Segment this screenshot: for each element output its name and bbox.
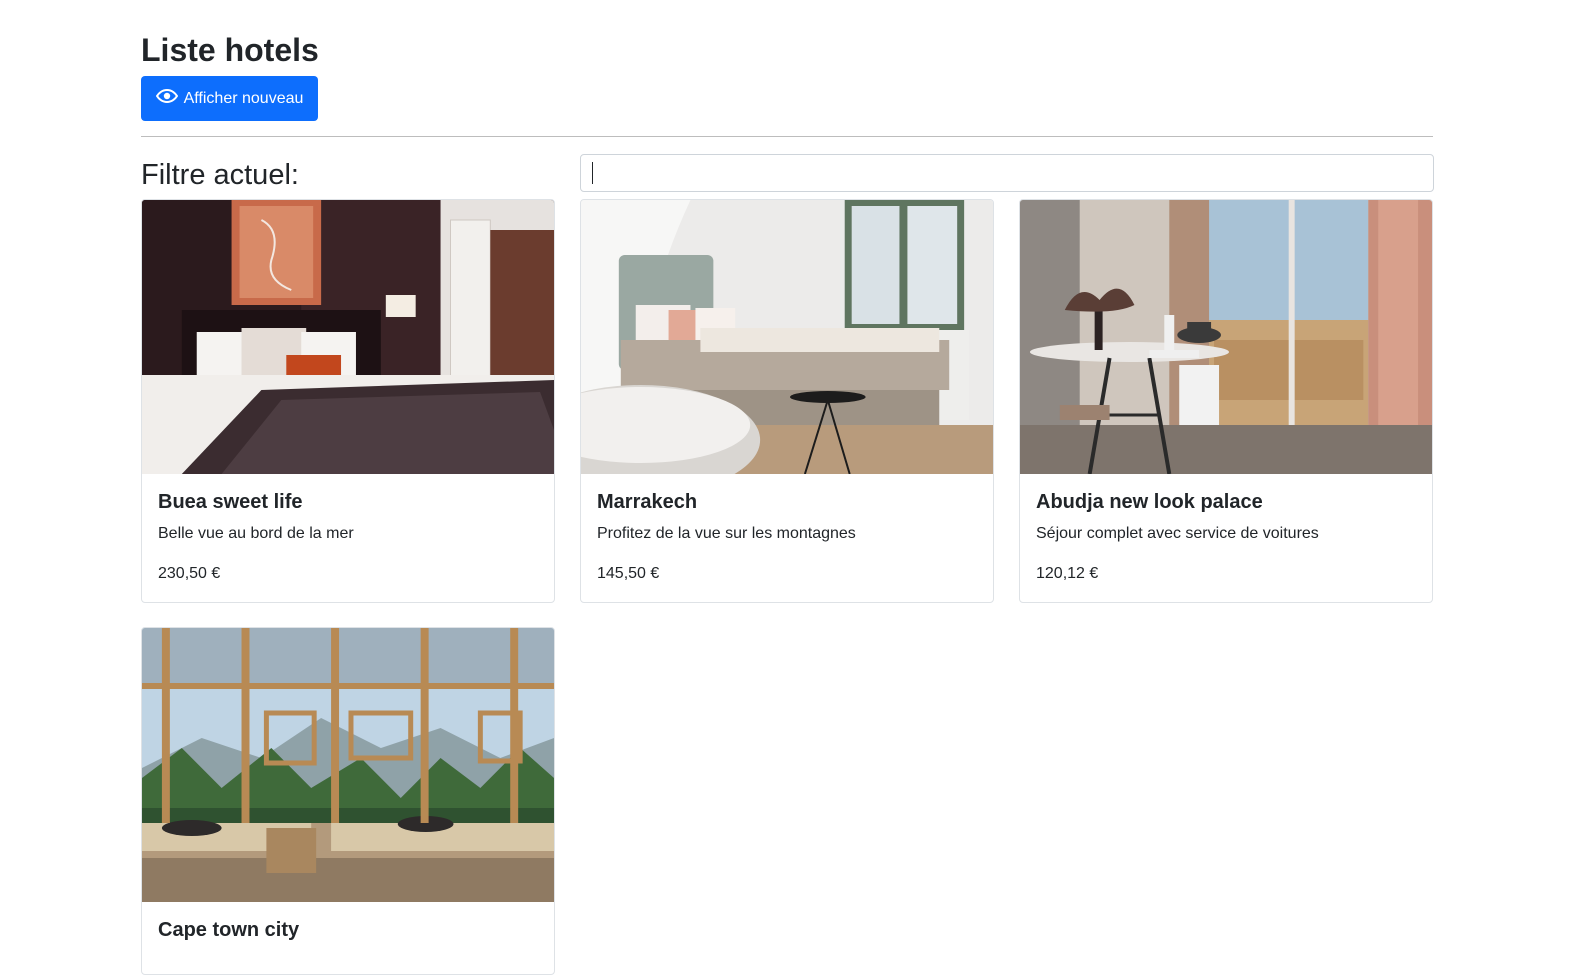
hotel-description: Profitez de la vue sur les montagnes <box>597 525 856 542</box>
hotel-name: Abudja new look palace <box>1036 491 1263 513</box>
hotel-card[interactable]: Marrakech Profitez de la vue sur les mon… <box>580 199 994 603</box>
hotel-description: Belle vue au bord de la mer <box>158 525 354 542</box>
hotel-image-bedroom <box>142 200 554 474</box>
hotel-image-glass-room <box>142 628 554 902</box>
filter-label: Filtre actuel: <box>141 159 299 191</box>
filter-input[interactable] <box>580 154 1434 192</box>
hotel-name: Cape town city <box>158 919 300 941</box>
hotel-price: 120,12 € <box>1036 565 1099 582</box>
hotel-price: 230,50 € <box>158 565 221 582</box>
page-title: Liste hotels <box>141 32 319 68</box>
hotel-image-bedroom-bath <box>581 200 993 474</box>
divider <box>141 136 1433 137</box>
hotel-image-dining-terrace <box>1020 200 1432 474</box>
show-new-button[interactable]: Afficher nouveau <box>141 76 318 121</box>
hotel-card[interactable]: Abudja new look palace Séjour complet av… <box>1019 199 1433 603</box>
hotel-card[interactable]: Cape town city <box>141 627 555 975</box>
hotel-description: Séjour complet avec service de voitures <box>1036 525 1319 542</box>
hotel-name: Buea sweet life <box>158 491 303 513</box>
show-new-button-label: Afficher nouveau <box>183 89 304 107</box>
eye-icon <box>155 88 178 103</box>
hotel-price: 145,50 € <box>597 565 660 582</box>
text-cursor <box>592 162 593 184</box>
hotel-card[interactable]: Buea sweet life Belle vue au bord de la … <box>141 199 555 603</box>
hotel-name: Marrakech <box>597 491 698 513</box>
